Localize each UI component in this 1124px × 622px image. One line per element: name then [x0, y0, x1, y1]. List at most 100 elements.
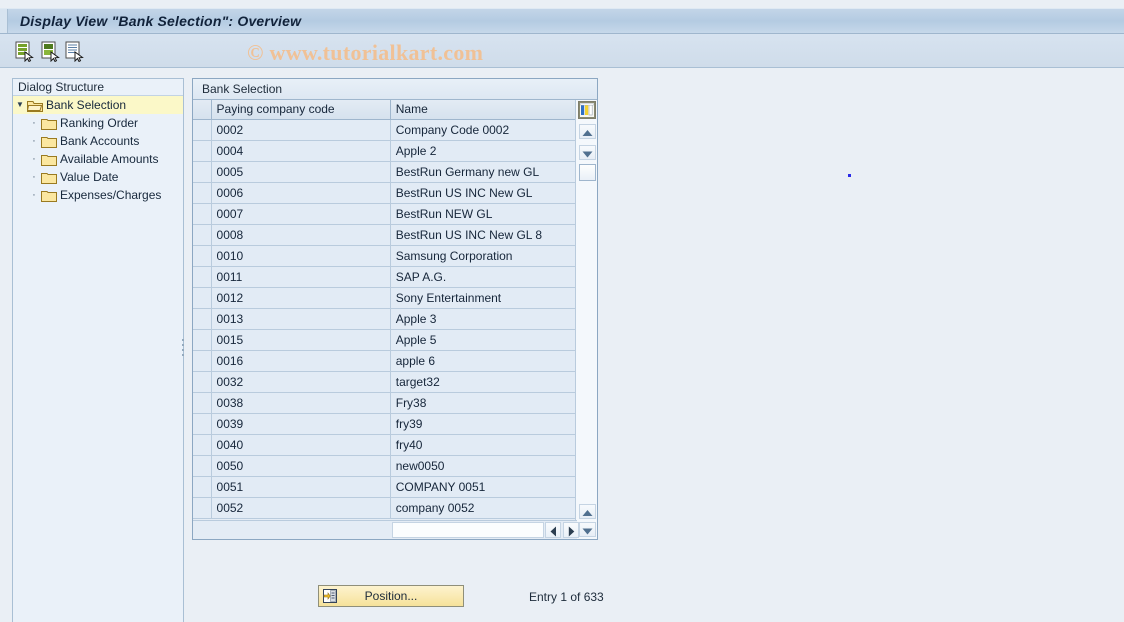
row-selector-cell[interactable]	[193, 182, 212, 204]
tree-item-bank-accounts[interactable]: · Bank Accounts	[13, 132, 183, 150]
cell-name[interactable]: new0050	[390, 455, 577, 477]
cell-paying-company-code[interactable]: 0016	[211, 350, 391, 372]
table-settings-icon[interactable]	[578, 101, 596, 119]
table-row[interactable]: 0013 Apple 3	[193, 308, 577, 330]
cell-name[interactable]: fry40	[390, 434, 577, 456]
cell-name[interactable]: BestRun US INC New GL	[390, 182, 577, 204]
row-selector-cell[interactable]	[193, 245, 212, 267]
cell-name[interactable]: target32	[390, 371, 577, 393]
row-selector-cell[interactable]	[193, 476, 212, 498]
row-selector-cell[interactable]	[193, 119, 212, 141]
table-row[interactable]: 0015 Apple 5	[193, 329, 577, 351]
row-selector-cell[interactable]	[193, 434, 212, 456]
table-row[interactable]: 0040 fry40	[193, 434, 577, 456]
row-selector-cell[interactable]	[193, 455, 212, 477]
cell-paying-company-code[interactable]: 0032	[211, 371, 391, 393]
cell-name[interactable]: COMPANY 0051	[390, 476, 577, 498]
row-selector-cell[interactable]	[193, 140, 212, 162]
cell-paying-company-code[interactable]: 0039	[211, 413, 391, 435]
cell-name[interactable]: BestRun Germany new GL	[390, 161, 577, 183]
row-selector-cell[interactable]	[193, 266, 212, 288]
scroll-page-down-button[interactable]	[579, 522, 596, 537]
cell-name[interactable]: Fry38	[390, 392, 577, 414]
cell-name[interactable]: Sony Entertainment	[390, 287, 577, 309]
table-row[interactable]: 0007 BestRun NEW GL	[193, 203, 577, 225]
row-selector-cell[interactable]	[193, 287, 212, 309]
cell-name[interactable]: apple 6	[390, 350, 577, 372]
table-row[interactable]: 0050 new0050	[193, 455, 577, 477]
cell-paying-company-code[interactable]: 0052	[211, 497, 391, 519]
row-selector-cell[interactable]	[193, 413, 212, 435]
table-row[interactable]: 0052 company 0052	[193, 497, 577, 519]
panel-splitter-handle[interactable]	[181, 336, 185, 360]
column-header-paying-company-code[interactable]: Paying company code	[211, 100, 391, 120]
table-row[interactable]: 0016 apple 6	[193, 350, 577, 372]
table-row[interactable]: 0004 Apple 2	[193, 140, 577, 162]
position-button[interactable]: Position...	[318, 585, 464, 607]
grid-vertical-scrollbar[interactable]	[575, 100, 597, 539]
cell-paying-company-code[interactable]: 0002	[211, 119, 391, 141]
table-row[interactable]: 0006 BestRun US INC New GL	[193, 182, 577, 204]
cell-name[interactable]: Company Code 0002	[390, 119, 577, 141]
table-row[interactable]: 0038 Fry38	[193, 392, 577, 414]
row-selector-cell[interactable]	[193, 350, 212, 372]
tree-item-ranking-order[interactable]: · Ranking Order	[13, 114, 183, 132]
column-header-name[interactable]: Name	[390, 100, 577, 120]
row-selector-cell[interactable]	[193, 392, 212, 414]
cell-paying-company-code[interactable]: 0010	[211, 245, 391, 267]
tree-item-available-amounts[interactable]: · Available Amounts	[13, 150, 183, 168]
scroll-up-button[interactable]	[579, 124, 596, 139]
table-row[interactable]: 0011 SAP A.G.	[193, 266, 577, 288]
scroll-right-button[interactable]	[563, 522, 579, 538]
cell-paying-company-code[interactable]: 0011	[211, 266, 391, 288]
cell-name[interactable]: Samsung Corporation	[390, 245, 577, 267]
row-selector-header[interactable]	[193, 100, 212, 120]
cell-paying-company-code[interactable]: 0040	[211, 434, 391, 456]
table-row[interactable]: 0039 fry39	[193, 413, 577, 435]
table-row[interactable]: 0008 BestRun US INC New GL 8	[193, 224, 577, 246]
table-row[interactable]: 0012 Sony Entertainment	[193, 287, 577, 309]
table-row[interactable]: 0032 target32	[193, 371, 577, 393]
cell-name[interactable]: BestRun US INC New GL 8	[390, 224, 577, 246]
row-selector-cell[interactable]	[193, 308, 212, 330]
cell-paying-company-code[interactable]: 0004	[211, 140, 391, 162]
scroll-page-up-button[interactable]	[579, 504, 596, 519]
tree-item-bank-selection[interactable]: ▼ Bank Selection	[13, 96, 183, 114]
horizontal-scroll-track[interactable]	[392, 522, 544, 538]
display-details-icon[interactable]	[13, 40, 35, 63]
row-selector-cell[interactable]	[193, 224, 212, 246]
row-selector-cell[interactable]	[193, 329, 212, 351]
scroll-thumb[interactable]	[579, 164, 596, 181]
list-entries-icon[interactable]	[63, 40, 85, 63]
cell-name[interactable]: BestRun NEW GL	[390, 203, 577, 225]
cell-name[interactable]: Apple 2	[390, 140, 577, 162]
cell-paying-company-code[interactable]: 0007	[211, 203, 391, 225]
row-selector-cell[interactable]	[193, 203, 212, 225]
cell-name[interactable]: fry39	[390, 413, 577, 435]
cell-paying-company-code[interactable]: 0050	[211, 455, 391, 477]
cell-paying-company-code[interactable]: 0013	[211, 308, 391, 330]
table-row[interactable]: 0005 BestRun Germany new GL	[193, 161, 577, 183]
cell-paying-company-code[interactable]: 0038	[211, 392, 391, 414]
cell-paying-company-code[interactable]: 0006	[211, 182, 391, 204]
cell-paying-company-code[interactable]: 0008	[211, 224, 391, 246]
cell-paying-company-code[interactable]: 0051	[211, 476, 391, 498]
tree-item-expenses-charges[interactable]: · Expenses/Charges	[13, 186, 183, 204]
table-row[interactable]: 0010 Samsung Corporation	[193, 245, 577, 267]
cell-paying-company-code[interactable]: 0015	[211, 329, 391, 351]
scroll-down-button[interactable]	[579, 145, 596, 160]
table-row[interactable]: 0002 Company Code 0002	[193, 119, 577, 141]
tree-expand-toggle-icon[interactable]: ▼	[13, 96, 27, 114]
select-all-icon[interactable]	[39, 40, 61, 63]
cell-name[interactable]: company 0052	[390, 497, 577, 519]
cell-name[interactable]: Apple 5	[390, 329, 577, 351]
table-row[interactable]: 0051 COMPANY 0051	[193, 476, 577, 498]
cell-paying-company-code[interactable]: 0012	[211, 287, 391, 309]
cell-name[interactable]: SAP A.G.	[390, 266, 577, 288]
row-selector-cell[interactable]	[193, 497, 212, 519]
row-selector-cell[interactable]	[193, 161, 212, 183]
row-selector-cell[interactable]	[193, 371, 212, 393]
grid-horizontal-scrollbar[interactable]	[193, 520, 579, 539]
scroll-left-button[interactable]	[545, 522, 561, 538]
tree-item-value-date[interactable]: · Value Date	[13, 168, 183, 186]
